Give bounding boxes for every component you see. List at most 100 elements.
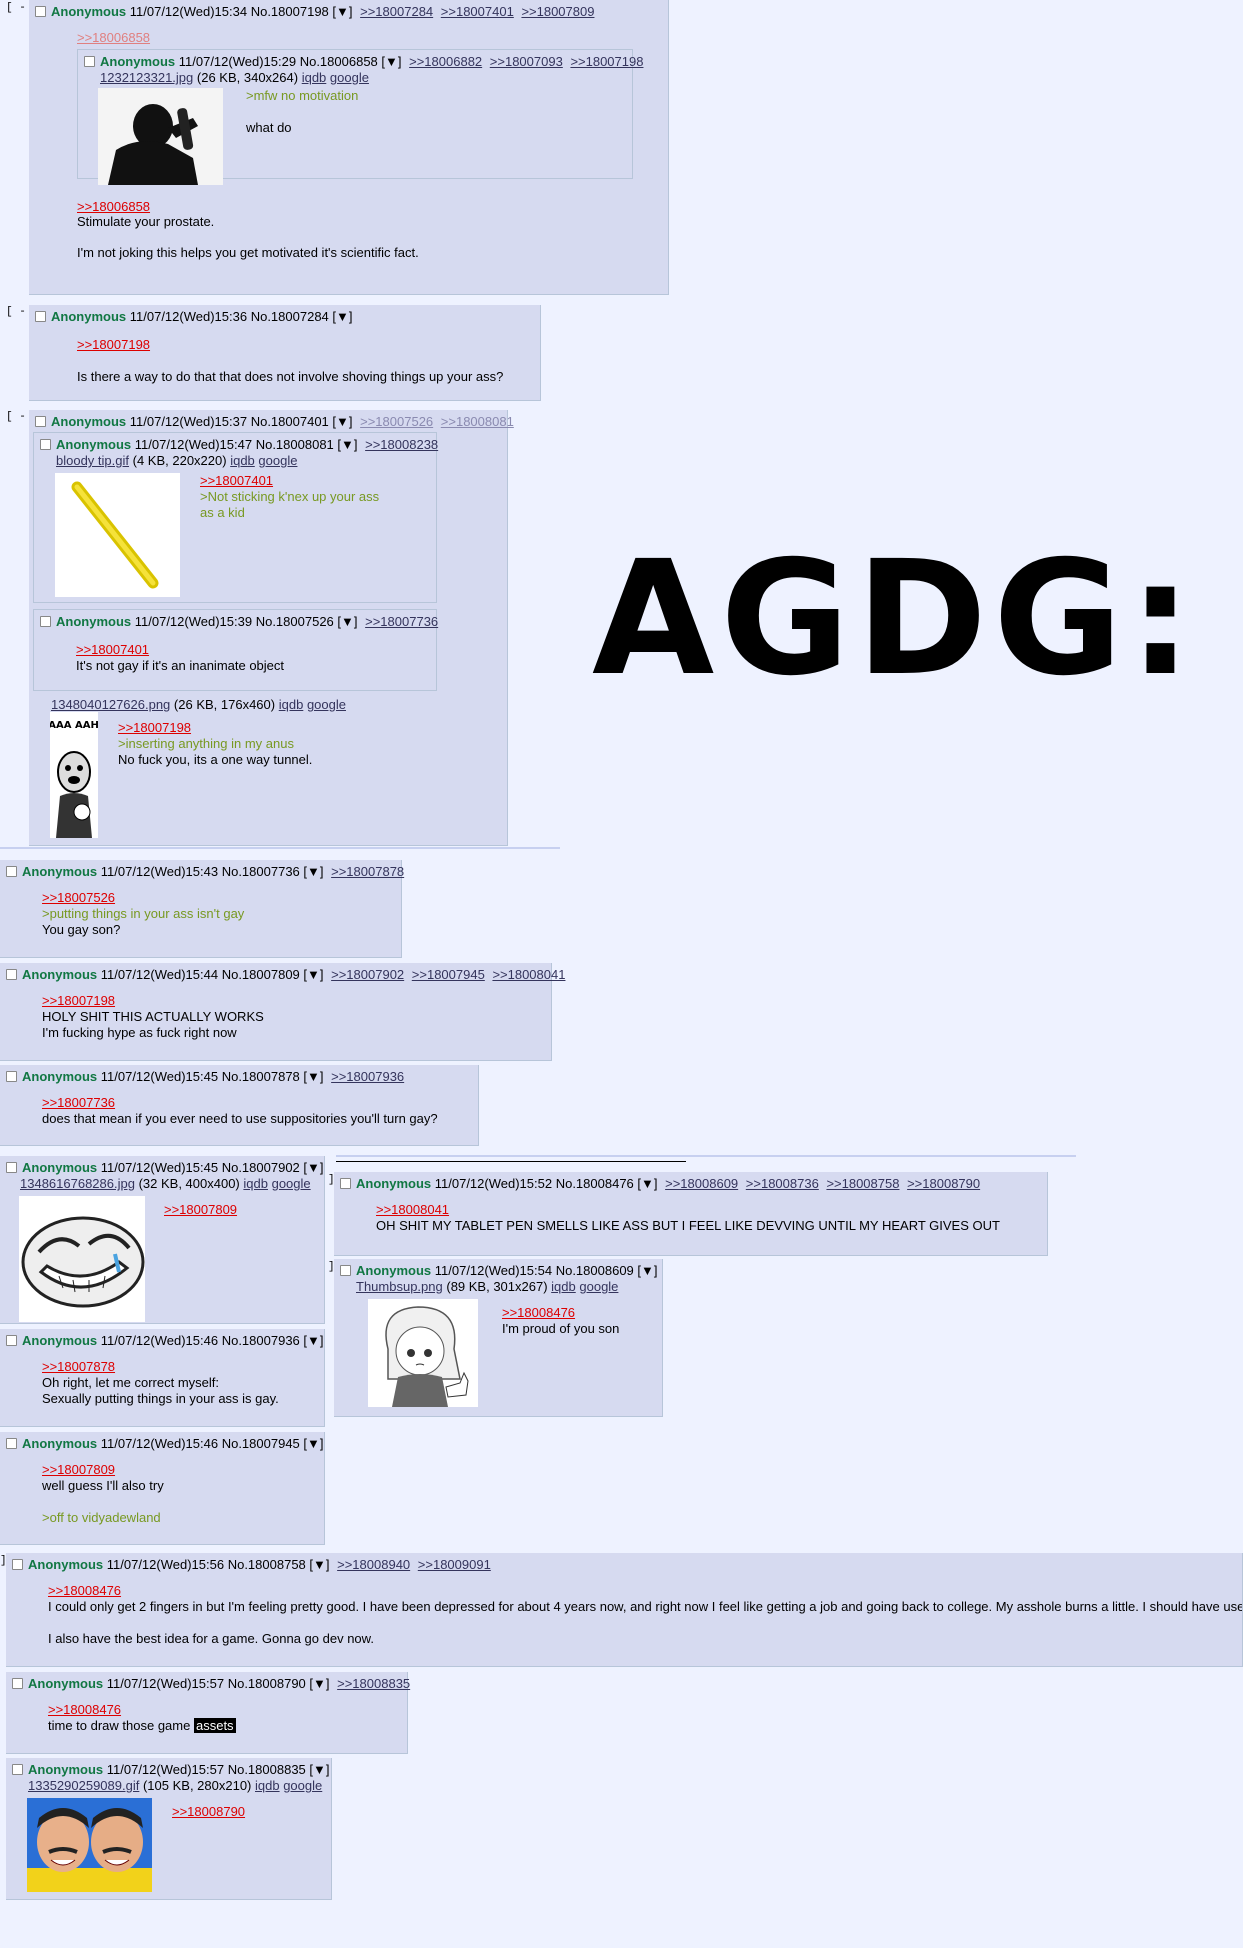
post-number[interactable]: No.18007284 <box>251 309 329 324</box>
backlink[interactable]: >>18007936 <box>331 1069 404 1084</box>
post-checkbox[interactable] <box>84 56 95 67</box>
post-number[interactable]: No.18007809 <box>222 967 300 982</box>
post-checkbox[interactable] <box>35 6 46 17</box>
backlink[interactable]: >>18009091 <box>418 1557 491 1572</box>
post-menu-button[interactable]: [▼] <box>303 1160 323 1175</box>
post-number[interactable]: No.18007902 <box>222 1160 300 1175</box>
backlink[interactable]: >>18007093 <box>490 54 563 69</box>
backlink[interactable]: >>18008238 <box>365 437 438 452</box>
google-link[interactable]: google <box>272 1176 311 1191</box>
google-link[interactable]: google <box>307 697 346 712</box>
quote-link[interactable]: >>18006858 <box>77 30 662 45</box>
post-number[interactable]: No.18008790 <box>228 1676 306 1691</box>
post-menu-button[interactable]: [▼] <box>303 864 323 879</box>
google-link[interactable]: google <box>330 70 369 85</box>
quote-link[interactable]: >>18007809 <box>42 1462 318 1478</box>
post-number[interactable]: No.18008835 <box>228 1762 306 1777</box>
post-checkbox[interactable] <box>6 866 17 877</box>
spoiler-text[interactable]: assets <box>193 1718 236 1733</box>
post-checkbox[interactable] <box>40 439 51 450</box>
backlink[interactable]: >>18007809 <box>521 4 594 19</box>
iqdb-link[interactable]: iqdb <box>551 1279 576 1294</box>
post-number[interactable]: No.18007878 <box>222 1069 300 1084</box>
post-checkbox[interactable] <box>6 1335 17 1346</box>
post-checkbox[interactable] <box>35 416 46 427</box>
quote-link[interactable]: >>18006858 <box>77 199 662 214</box>
quote-link[interactable]: >>18008476 <box>48 1583 1236 1599</box>
post-checkbox[interactable] <box>12 1764 23 1775</box>
post-number[interactable]: No.18006858 <box>300 54 378 69</box>
backlink[interactable]: >>18008758 <box>826 1176 899 1191</box>
quote-link[interactable]: >>18008041 <box>376 1202 1041 1218</box>
iqdb-link[interactable]: iqdb <box>230 453 255 468</box>
backlink[interactable]: >>18007284 <box>360 4 433 19</box>
post-checkbox[interactable] <box>6 969 17 980</box>
backlink[interactable]: >>18008041 <box>492 967 565 982</box>
quote-link[interactable]: >>18007401 <box>76 642 430 658</box>
post-checkbox[interactable] <box>12 1678 23 1689</box>
quote-link[interactable]: >>18007878 <box>42 1359 318 1375</box>
backlink[interactable]: >>18007878 <box>331 864 404 879</box>
post-menu-button[interactable]: [▼] <box>332 309 352 324</box>
post-menu-button[interactable]: [▼] <box>303 1069 323 1084</box>
post-menu-button[interactable]: [▼] <box>381 54 401 69</box>
post-number[interactable]: No.18007401 <box>251 414 329 429</box>
google-link[interactable]: google <box>283 1778 322 1793</box>
backlink[interactable]: >>18007902 <box>331 967 404 982</box>
post-number[interactable]: No.18007736 <box>222 864 300 879</box>
backlink[interactable]: >>18008609 <box>665 1176 738 1191</box>
post-menu-button[interactable]: [▼] <box>309 1762 329 1777</box>
post-thumbnail[interactable] <box>55 473 180 597</box>
iqdb-link[interactable]: iqdb <box>255 1778 280 1793</box>
backlink[interactable]: >>18008736 <box>746 1176 819 1191</box>
backlink[interactable]: >>18008790 <box>907 1176 980 1191</box>
iqdb-link[interactable]: iqdb <box>243 1176 268 1191</box>
quote-link[interactable]: >>18007401 <box>200 473 379 489</box>
iqdb-link[interactable]: iqdb <box>302 70 327 85</box>
file-link[interactable]: 1348616768286.jpg <box>20 1176 135 1191</box>
file-link[interactable]: bloody tip.gif <box>56 453 129 468</box>
post-number[interactable]: No.18008081 <box>256 437 334 452</box>
post-menu-button[interactable]: [▼] <box>309 1557 329 1572</box>
quote-link[interactable]: >>18008476 <box>48 1702 401 1718</box>
post-thumbnail[interactable]: GAAA AAH!! <box>50 712 98 838</box>
post-checkbox[interactable] <box>340 1178 351 1189</box>
quote-link[interactable]: >>18007809 <box>164 1202 237 1217</box>
post-thumbnail[interactable] <box>19 1196 145 1322</box>
post-thumbnail[interactable] <box>368 1299 478 1407</box>
file-link[interactable]: 1348040127626.png <box>51 697 170 712</box>
post-number[interactable]: No.18008758 <box>228 1557 306 1572</box>
post-checkbox[interactable] <box>6 1071 17 1082</box>
backlink[interactable]: >>18006882 <box>409 54 482 69</box>
backlink[interactable]: >>18007526 <box>360 414 433 429</box>
post-thumbnail[interactable] <box>98 88 223 185</box>
post-menu-button[interactable]: [▼] <box>337 614 357 629</box>
backlink[interactable]: >>18007945 <box>412 967 485 982</box>
quote-link[interactable]: >>18007526 <box>42 890 395 906</box>
post-thumbnail[interactable] <box>27 1798 152 1892</box>
google-link[interactable]: google <box>258 453 297 468</box>
post-menu-button[interactable]: [▼] <box>637 1176 657 1191</box>
post-number[interactable]: No.18007945 <box>222 1436 300 1451</box>
post-menu-button[interactable]: [▼] <box>309 1676 329 1691</box>
post-menu-button[interactable]: [▼] <box>337 437 357 452</box>
post-menu-button[interactable]: [▼] <box>332 4 352 19</box>
quote-link[interactable]: >>18008476 <box>502 1305 619 1321</box>
post-checkbox[interactable] <box>35 311 46 322</box>
quote-link[interactable]: >>18007198 <box>118 720 312 736</box>
quote-link[interactable]: >>18007736 <box>42 1095 472 1111</box>
backlink[interactable]: >>18007401 <box>441 4 514 19</box>
post-checkbox[interactable] <box>340 1265 351 1276</box>
google-link[interactable]: google <box>579 1279 618 1294</box>
post-number[interactable]: No.18007936 <box>222 1333 300 1348</box>
post-checkbox[interactable] <box>6 1438 17 1449</box>
post-menu-button[interactable]: [▼] <box>332 414 352 429</box>
file-link[interactable]: Thumbsup.png <box>356 1279 443 1294</box>
quote-link[interactable]: >>18007198 <box>77 337 534 353</box>
backlink[interactable]: >>18007198 <box>570 54 643 69</box>
backlink[interactable]: >>18007736 <box>365 614 438 629</box>
file-link[interactable]: 1335290259089.gif <box>28 1778 139 1793</box>
post-checkbox[interactable] <box>12 1559 23 1570</box>
backlink[interactable]: >>18008835 <box>337 1676 410 1691</box>
post-menu-button[interactable]: [▼] <box>303 1333 323 1348</box>
